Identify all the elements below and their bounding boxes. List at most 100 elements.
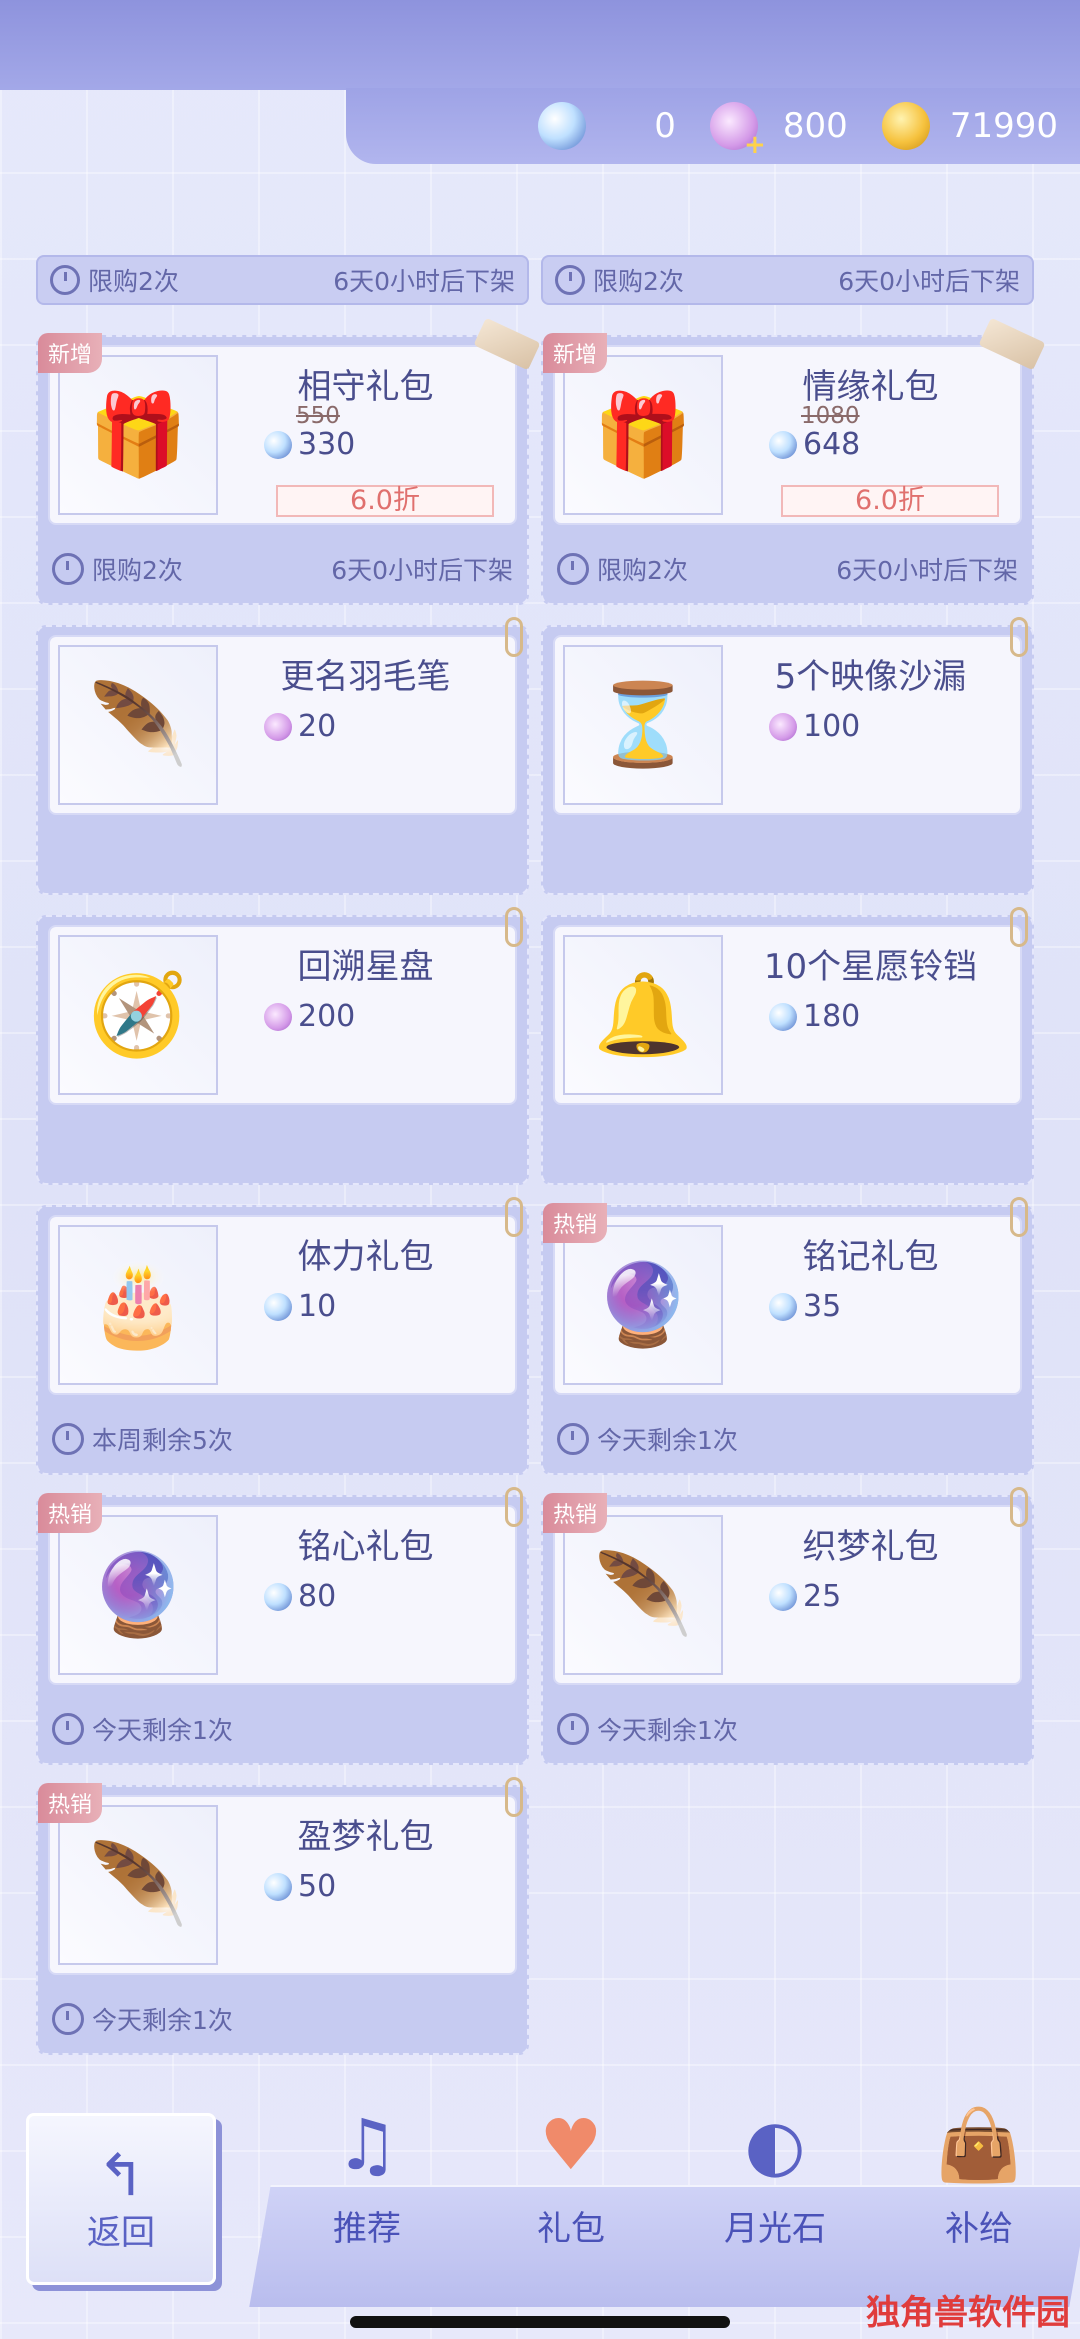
item-image: 🔮 bbox=[563, 1225, 723, 1385]
limit-text: 今天剩余1次 bbox=[597, 1716, 738, 1745]
currency-swan[interactable]: 800 bbox=[709, 102, 848, 160]
currency-panel: 0 800 71990 bbox=[346, 88, 1080, 164]
time-left-text: 6天0小时后下架 bbox=[838, 267, 1020, 296]
item-name: 织梦礼包 bbox=[802, 1527, 939, 1567]
currency-moonstone[interactable]: 0 bbox=[537, 102, 676, 150]
back-label: 返回 bbox=[87, 2212, 155, 2253]
item-picture: 🎁 bbox=[88, 388, 188, 481]
shop-item-card[interactable]: 🪶 热销 织梦礼包 25 今天剩余1次 bbox=[541, 1487, 1034, 1765]
item-name: 10个星愿铃铛 bbox=[763, 947, 978, 987]
price-value: 35 bbox=[803, 1289, 842, 1324]
item-name: 铭记礼包 bbox=[802, 1237, 939, 1277]
item-badge: 热销 bbox=[543, 1203, 608, 1243]
clock-icon bbox=[52, 553, 84, 585]
shop-item-card[interactable]: 🔮 热销 铭心礼包 80 今天剩余1次 bbox=[36, 1487, 529, 1765]
item-picture: 🪶 bbox=[88, 1838, 188, 1931]
limit-text: 今天剩余1次 bbox=[92, 1716, 233, 1745]
moonstone-icon bbox=[537, 102, 586, 150]
card-footer: 今天剩余1次 bbox=[553, 1415, 1022, 1463]
item-name: 情缘礼包 bbox=[802, 367, 939, 407]
swan-icon bbox=[264, 1002, 292, 1031]
item-name: 盈梦礼包 bbox=[297, 1817, 434, 1857]
limit-text: 今天剩余1次 bbox=[597, 1426, 738, 1455]
item-price: 35 bbox=[769, 1289, 841, 1324]
item-name: 更名羽毛笔 bbox=[280, 657, 451, 697]
watermark: 独角兽软件园 bbox=[866, 2293, 1070, 2333]
gift-heart-icon: ♥ bbox=[539, 2104, 603, 2186]
swan-icon bbox=[264, 712, 292, 741]
clock-icon bbox=[557, 1713, 589, 1745]
paperclip-icon bbox=[505, 1197, 523, 1237]
item-price: 180 bbox=[769, 999, 860, 1034]
swan-amount: 800 bbox=[782, 106, 848, 146]
paperclip-icon bbox=[505, 1777, 523, 1817]
moonstone-icon bbox=[264, 430, 292, 459]
item-image: ⏳ bbox=[563, 645, 723, 805]
shop-item-card[interactable]: ⏳ 5个映像沙漏 100 bbox=[541, 617, 1034, 895]
tab-recommend[interactable]: ♫ 推荐 bbox=[292, 2095, 442, 2250]
gold-amount: 71990 bbox=[949, 106, 1058, 146]
price-value: 20 bbox=[298, 709, 337, 744]
back-button[interactable]: ↰ 返回 bbox=[26, 2113, 216, 2285]
price-value: 25 bbox=[803, 1579, 842, 1614]
item-image: 🎁 bbox=[58, 355, 218, 515]
card-footer: 限购2次 6天0小时后下架 bbox=[48, 545, 517, 593]
item-image: 🔔 bbox=[563, 935, 723, 1095]
tab-supply[interactable]: 👜 补给 bbox=[904, 2095, 1054, 2250]
shop-item-card[interactable]: 🎁 新增 相守礼包 550 330 6.0折 限购2次 6天0小时后下架 bbox=[36, 317, 541, 605]
card-footer: 今天剩余1次 bbox=[48, 1995, 517, 2043]
item-old-price: 550 bbox=[296, 403, 340, 429]
top-bar bbox=[0, 0, 1080, 90]
paperclip-icon bbox=[505, 1487, 523, 1527]
shop-item-card[interactable]: 🪶 更名羽毛笔 20 bbox=[36, 617, 529, 895]
shop-item-card[interactable]: 🔮 热销铭记礼包 35 今天剩余1次 bbox=[541, 1197, 1034, 1475]
limit-text: 限购2次 bbox=[593, 267, 684, 296]
item-image: 🪶 bbox=[563, 1515, 723, 1675]
clock-icon bbox=[555, 265, 585, 295]
item-image: 🪶 bbox=[58, 645, 218, 805]
home-indicator bbox=[350, 2316, 730, 2328]
moonstone-icon bbox=[769, 430, 797, 459]
item-picture: 🎂 bbox=[88, 1258, 188, 1351]
item-badge: 热销 bbox=[38, 1783, 103, 1823]
shop-item-card[interactable]: 🎁 新增 情缘礼包 1080 648 6.0折 限购2次 6天0小时后下架 bbox=[541, 317, 1046, 605]
item-price: 50 bbox=[264, 1869, 336, 1904]
shop-item-card[interactable]: 🧭 回溯星盘 200 bbox=[36, 907, 529, 1185]
item-picture: 🔔 bbox=[593, 968, 693, 1061]
back-arrow-icon: ↰ bbox=[96, 2140, 146, 2209]
shopping-bag-icon: 👜 bbox=[935, 2103, 1023, 2186]
limit-text: 限购2次 bbox=[88, 267, 179, 296]
item-name: 体力礼包 bbox=[297, 1237, 434, 1277]
tab-moonstone[interactable]: ◐ 月光石 bbox=[700, 2095, 850, 2250]
item-price: 200 bbox=[264, 999, 355, 1034]
paperclip-icon bbox=[1010, 907, 1028, 947]
card-footer: 限购2次 6天0小时后下架 bbox=[553, 545, 1022, 593]
card-footer: 今天剩余1次 bbox=[553, 1705, 1022, 1753]
moonstone-icon bbox=[264, 1582, 292, 1611]
tab-gift[interactable]: ♥ 礼包 bbox=[496, 2095, 646, 2250]
clock-icon bbox=[557, 1423, 589, 1455]
shop-item-card[interactable]: 🎂 体力礼包 10 本周剩余5次 bbox=[36, 1197, 529, 1475]
card-footer: 本周剩余5次 bbox=[48, 1415, 517, 1463]
item-image: 🎁 bbox=[563, 355, 723, 515]
moonstone-icon bbox=[264, 1872, 292, 1901]
discount-tag: 6.0折 bbox=[781, 485, 999, 517]
card-footer: 今天剩余1次 bbox=[48, 1705, 517, 1753]
price-value: 50 bbox=[298, 1869, 337, 1904]
item-badge: 新增 bbox=[543, 333, 608, 373]
shop-item-card[interactable]: 🪶 热销盈梦礼包 50 今天剩余1次 bbox=[36, 1777, 529, 2055]
item-badge: 新增 bbox=[38, 333, 103, 373]
swan-icon: ♫ bbox=[335, 2104, 399, 2186]
tab-label: 月光石 bbox=[724, 2209, 826, 2249]
shop-item-card[interactable]: 🔔 10个星愿铃铛 180 bbox=[541, 907, 1034, 1185]
item-image: 🎂 bbox=[58, 1225, 218, 1385]
currency-gold[interactable]: 71990 bbox=[881, 102, 1058, 150]
item-picture: 🎁 bbox=[593, 388, 693, 481]
paperclip-icon bbox=[505, 617, 523, 657]
clock-icon bbox=[52, 2003, 84, 2035]
time-left-text: 6天0小时后下架 bbox=[836, 556, 1018, 585]
limit-text: 今天剩余1次 bbox=[92, 2006, 233, 2035]
paperclip-icon bbox=[1010, 1197, 1028, 1237]
item-price: 10 bbox=[264, 1289, 336, 1324]
clock-icon bbox=[50, 265, 80, 295]
